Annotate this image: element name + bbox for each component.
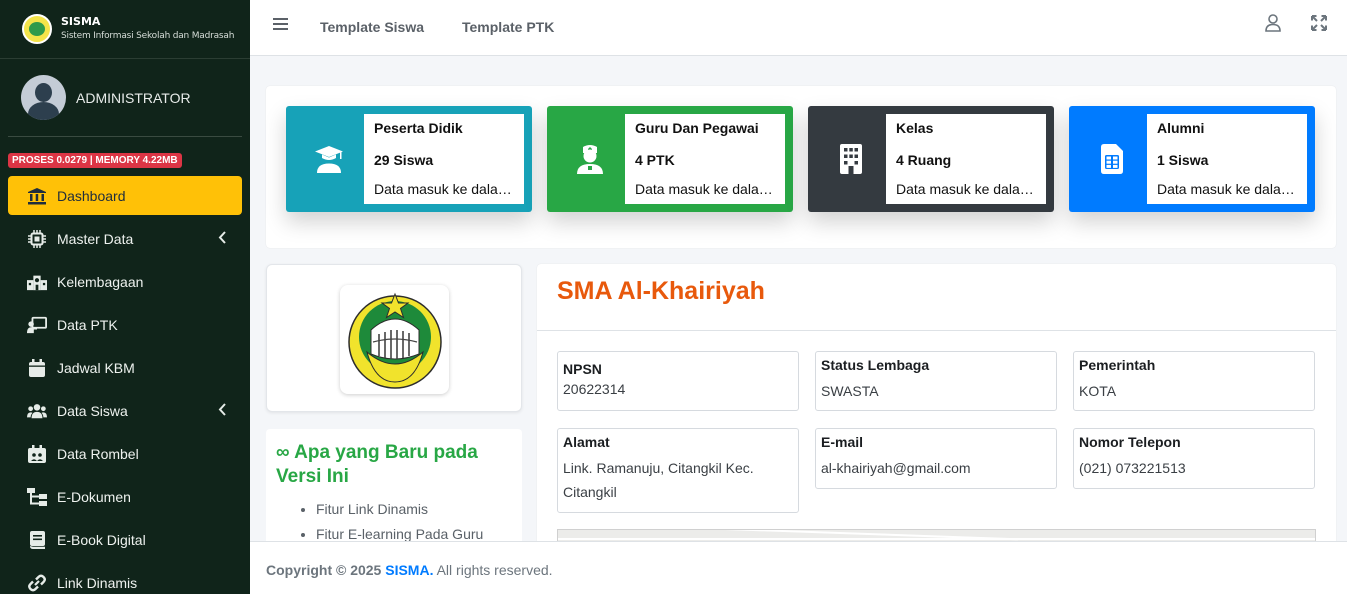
user-panel[interactable]: ADMINISTRATOR (8, 59, 242, 137)
sidebar-item-label: Data Rombel (57, 445, 139, 462)
info-box-title: Alumni (1157, 120, 1205, 136)
nurse-icon (555, 114, 625, 204)
field-status-lembaga: Status Lembaga SWASTA (815, 351, 1057, 411)
hamburger-menu-icon[interactable] (273, 16, 289, 35)
info-box-description: Data masuk ke dalam sistem (1157, 181, 1297, 197)
field-alamat: Alamat Link. Ramanuju, Citangkil Kec. Ci… (557, 428, 799, 513)
info-box-count: 29 Siswa (374, 152, 434, 168)
user-icon[interactable] (1265, 14, 1281, 36)
info-box-title: Peserta Didik (374, 120, 463, 136)
info-box-count: 4 PTK (635, 152, 675, 168)
field-pemerintah: Pemerintah KOTA (1073, 351, 1315, 411)
sidebar-item-label: Data PTK (57, 316, 118, 333)
school-logo-card (266, 264, 522, 412)
info-box-alumni[interactable]: Alumni 1 Siswa Data masuk ke dalam siste… (1069, 106, 1315, 212)
chip-icon (27, 229, 47, 248)
sidebar-item-data-rombel[interactable]: Data Rombel (8, 434, 242, 473)
sidebar-item-label: Kelembagaan (57, 273, 144, 290)
field-npsn: NPSN 20622314 (557, 351, 799, 411)
field-label: Alamat (563, 434, 610, 450)
school-building-icon (27, 273, 47, 291)
sidebar-item-label: Link Dinamis (57, 574, 138, 591)
footer: Copyright © 2025 SISMA. All rights reser… (250, 541, 1347, 594)
sidebar-item-master-data[interactable]: Master Data (8, 219, 242, 258)
field-value: Link. Ramanuju, Citangkil Kec. Citangkil (563, 460, 754, 500)
sidebar-item-label: Jadwal KBM (57, 359, 135, 376)
building-icon (816, 114, 886, 204)
sidebar-item-e-book-digital[interactable]: E-Book Digital (8, 520, 242, 559)
info-box-description: Data masuk ke dalam sistem (635, 181, 775, 197)
school-profile-card: SMA Al-Khairiyah NPSN 20622314 Status Le… (537, 264, 1336, 554)
field-label: Pemerintah (1079, 357, 1156, 373)
field-email: E-mail al-khairiyah@gmail.com (815, 428, 1057, 489)
info-box-description: Data masuk ke dalam sistem (896, 181, 1036, 197)
school-logo (340, 285, 449, 394)
footer-brand-link[interactable]: SISMA. (385, 562, 433, 578)
sidebar-item-label: Dashboard (57, 187, 126, 204)
list-item: Fitur Link Dinamis (316, 497, 512, 522)
brand-name: SISMA (61, 15, 101, 28)
sidebar-item-label: Data Siswa (57, 402, 128, 419)
footer-rights: All rights reserved. (436, 562, 553, 578)
whats-new-list: Fitur Link Dinamis Fitur E-learning Pada… (276, 497, 512, 547)
users-icon (27, 402, 47, 420)
user-name: ADMINISTRATOR (76, 89, 191, 106)
university-icon (27, 187, 47, 205)
graduate-icon (294, 114, 364, 204)
whats-new-title: ∞ Apa yang Baru pada Versi Ini (276, 442, 478, 487)
field-label: NPSN (563, 361, 602, 377)
brand-logo (22, 14, 52, 44)
school-name: SMA Al-Khairiyah (557, 277, 765, 305)
top-navbar: Template Siswa Template PTK (250, 0, 1347, 56)
field-value: al-khairiyah@gmail.com (821, 460, 971, 476)
brand-link[interactable]: SISMA Sistem Informasi Sekolah dan Madra… (0, 0, 250, 59)
field-label: Status Lembaga (821, 357, 930, 373)
whats-new-card: ∞ Apa yang Baru pada Versi Ini Fitur Lin… (266, 429, 522, 549)
calendar-icon (27, 358, 47, 377)
sidebar-item-label: E-Dokumen (57, 488, 131, 505)
field-value: 20622314 (563, 381, 626, 397)
chalkboard-teacher-icon (27, 316, 47, 334)
sidebar-item-label: Master Data (57, 230, 134, 247)
sim-card-icon (1077, 114, 1147, 204)
stats-panel: Peserta Didik 29 Siswa Data masuk ke dal… (266, 86, 1336, 248)
field-value: KOTA (1079, 383, 1117, 399)
sidebar-item-data-ptk[interactable]: Data PTK (8, 305, 242, 344)
sidebar-item-link-dinamis[interactable]: Link Dinamis (8, 563, 242, 594)
sidebar-item-data-siswa[interactable]: Data Siswa (8, 391, 242, 430)
sidebar-item-e-dokumen[interactable]: E-Dokumen (8, 477, 242, 516)
info-box-count: 4 Ruang (896, 152, 952, 168)
info-box-peserta-didik[interactable]: Peserta Didik 29 Siswa Data masuk ke dal… (286, 106, 532, 212)
avatar (21, 75, 66, 120)
sidebar-item-jadwal-kbm[interactable]: Jadwal KBM (8, 348, 242, 387)
performance-badge: PROSES 0.0279 | MEMORY 4.22MB (8, 153, 182, 168)
brand-subtitle: Sistem Informasi Sekolah dan Madrasah (61, 31, 235, 41)
sidebar-menu: Dashboard Master Data Kelembagaan Data P… (0, 176, 250, 594)
field-nomor-telepon: Nomor Telepon (021) 073221513 (1073, 428, 1315, 489)
info-box-title: Kelas (896, 120, 934, 136)
info-box-kelas[interactable]: Kelas 4 Ruang Data masuk ke dalam sistem (808, 106, 1054, 212)
nav-link-template-ptk[interactable]: Template PTK (462, 19, 554, 35)
sidebar-item-kelembagaan[interactable]: Kelembagaan (8, 262, 242, 301)
field-label: E-mail (821, 434, 864, 450)
sitemap-icon (27, 487, 47, 506)
field-value: (021) 073221513 (1079, 460, 1186, 476)
calendar-group-icon (27, 444, 47, 463)
field-label: Nomor Telepon (1079, 434, 1181, 450)
sidebar-item-dashboard[interactable]: Dashboard (8, 176, 242, 215)
chevron-left-icon (218, 231, 226, 247)
info-box-description: Data masuk ke dalam sistem (374, 181, 514, 197)
sidebar-item-label: E-Book Digital (57, 531, 146, 548)
info-box-title: Guru Dan Pegawai (635, 120, 759, 136)
info-box-guru-dan-pegawai[interactable]: Guru Dan Pegawai 4 PTK Data masuk ke dal… (547, 106, 793, 212)
footer-copyright: Copyright © 2025 (266, 562, 382, 578)
link-icon (27, 574, 47, 592)
fullscreen-icon[interactable] (1311, 15, 1327, 35)
nav-link-template-siswa[interactable]: Template Siswa (320, 19, 424, 35)
book-icon (27, 530, 47, 549)
chevron-left-icon (218, 403, 226, 419)
sidebar: SISMA Sistem Informasi Sekolah dan Madra… (0, 0, 250, 594)
info-box-count: 1 Siswa (1157, 152, 1209, 168)
field-value: SWASTA (821, 383, 879, 399)
